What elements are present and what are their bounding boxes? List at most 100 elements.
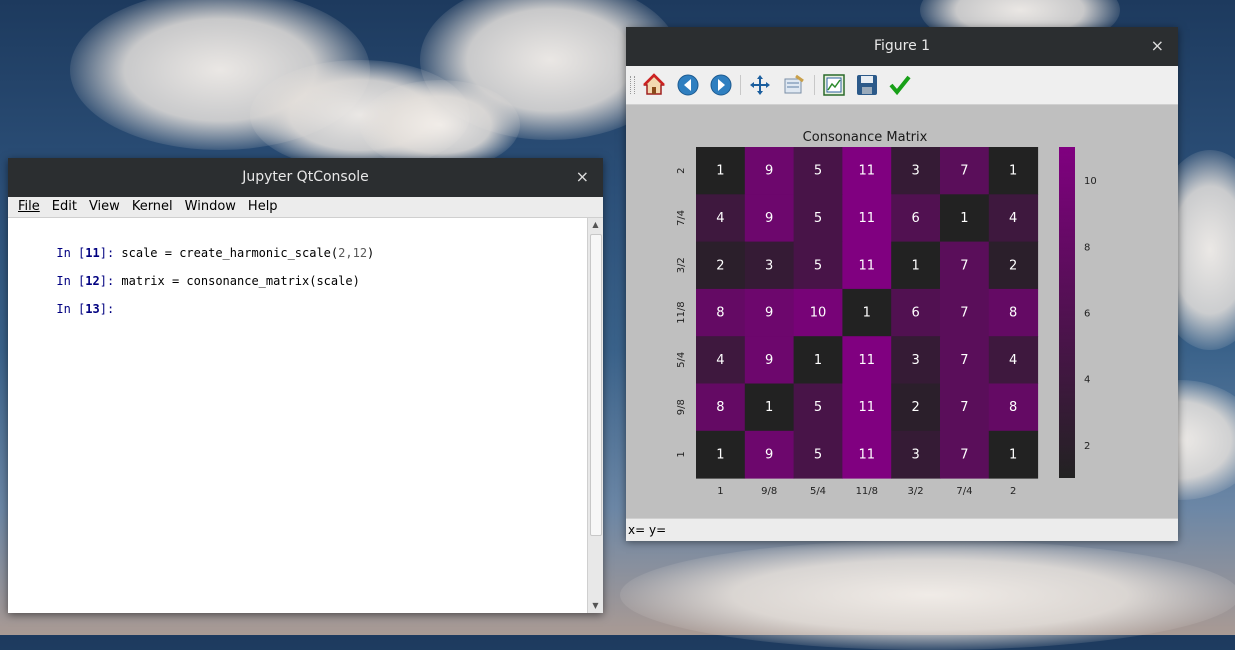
cell-label: 1 (814, 353, 822, 368)
window-title: Jupyter QtConsole (242, 169, 369, 185)
cell-label: 4 (716, 353, 724, 368)
figure-window: Figure 1 × Consonance Matrix 1 9 5 11 3 … (626, 27, 1178, 541)
cell-label: 5 (814, 400, 822, 415)
menu-file[interactable]: File (12, 197, 46, 217)
apply-icon[interactable] (888, 73, 912, 97)
cell-label: 1 (716, 447, 724, 462)
cell-label: 8 (1009, 306, 1017, 321)
menu-window[interactable]: Window (179, 197, 242, 217)
colorbar (1059, 147, 1075, 478)
colorbar-tick-label: 4 (1084, 375, 1090, 386)
cell-label: 9 (765, 447, 773, 462)
cell-label: 11 (859, 400, 876, 415)
menu-label: Help (247, 199, 278, 214)
menu-help[interactable]: Help (242, 197, 284, 217)
status-bar: x= y= (626, 518, 1178, 541)
y-tick-label: 9/8 (676, 399, 687, 415)
scroll-thumb[interactable] (590, 234, 602, 536)
code-text: matrix = consonance_matrix(scale) (114, 274, 360, 288)
cell-label: 11 (859, 164, 876, 179)
toolbar-grip[interactable] (630, 76, 635, 94)
cell-label: 7 (960, 447, 968, 462)
menu-edit[interactable]: Edit (46, 197, 83, 217)
x-tick-label: 9/8 (761, 486, 777, 497)
y-tick-label: 5/4 (676, 352, 687, 368)
cell-label: 3 (765, 258, 773, 273)
cell-label: 8 (716, 306, 724, 321)
forward-icon[interactable] (709, 73, 733, 97)
cell-label: 7 (960, 353, 968, 368)
console-line[interactable]: In [13]: (13, 288, 114, 330)
cell-label: 6 (911, 211, 919, 226)
cell-label: 10 (810, 306, 827, 321)
input-prompt: In [12]: (56, 274, 115, 288)
input-prompt: In [11]: (56, 246, 115, 260)
cell-label: 5 (814, 164, 822, 179)
cell-label: 11 (859, 447, 876, 462)
toolbar-separator (814, 75, 815, 95)
y-tick-label: 2 (676, 167, 687, 173)
input-prompt: In [13]: (56, 302, 115, 316)
cell-label: 1 (716, 164, 724, 179)
figure-titlebar[interactable]: Figure 1 × (626, 27, 1178, 66)
menu-label: Kernel (131, 199, 173, 214)
x-tick-label: 2 (1010, 486, 1016, 497)
toolbar-separator (740, 75, 741, 95)
cell-label: 3 (911, 447, 919, 462)
x-tick-label: 1 (717, 486, 723, 497)
cell-label: 2 (911, 400, 919, 415)
save-icon[interactable] (855, 73, 879, 97)
cell-label: 5 (814, 211, 822, 226)
cell-label: 1 (765, 400, 773, 415)
scroll-down-icon[interactable]: ▼ (588, 599, 603, 613)
scroll-up-icon[interactable]: ▲ (588, 218, 603, 232)
colorbar-tick-label: 8 (1084, 242, 1090, 253)
cell-label: 1 (1009, 164, 1017, 179)
home-icon[interactable] (642, 73, 666, 97)
y-tick-label: 11/8 (676, 301, 687, 323)
x-tick-label: 7/4 (956, 486, 972, 497)
pan-icon[interactable] (748, 73, 772, 97)
back-icon[interactable] (676, 73, 700, 97)
cell-label: 4 (1009, 353, 1017, 368)
close-icon[interactable]: × (1151, 36, 1164, 55)
cell-label: 3 (911, 164, 919, 179)
cell-label: 9 (765, 211, 773, 226)
cell-label: 7 (960, 306, 968, 321)
menu-kernel[interactable]: Kernel (126, 197, 179, 217)
cell-label: 1 (960, 211, 968, 226)
cursor-coordinates: x= y= (628, 523, 667, 537)
menu-label: View (88, 199, 120, 214)
chart-title: Consonance Matrix (803, 130, 928, 145)
plot-canvas[interactable]: Consonance Matrix 1 9 5 11 3 7 1 4 9 5 11 6 1 4 2 3 5 11 1… (626, 105, 1178, 518)
cell-label: 9 (765, 306, 773, 321)
jupyter-titlebar[interactable]: Jupyter QtConsole × (8, 158, 603, 197)
console-area[interactable]: In [11]: scale = create_harmonic_scale(2… (8, 218, 588, 613)
cell-label: 3 (911, 353, 919, 368)
y-tick-label: 1 (676, 451, 687, 457)
cell-label: 5 (814, 258, 822, 273)
colorbar-tick-label: 10 (1084, 176, 1097, 187)
close-icon[interactable]: × (576, 167, 589, 186)
menu-label: File (18, 199, 40, 214)
cell-label: 2 (1009, 258, 1017, 273)
menu-label: Window (184, 199, 236, 214)
x-tick-label: 5/4 (810, 486, 826, 497)
subplots-icon[interactable] (822, 73, 846, 97)
cell-label: 7 (960, 400, 968, 415)
configure-icon[interactable] (782, 73, 806, 97)
cell-label: 1 (911, 258, 919, 273)
cell-label: 7 (960, 258, 968, 273)
cell-label: 2 (716, 258, 724, 273)
code-text: scale = create_harmonic_scale( (114, 246, 339, 260)
cell-label: 6 (911, 306, 919, 321)
code-text: ) (367, 246, 375, 260)
y-tick-label: 7/4 (676, 210, 687, 226)
cell-label: 8 (1009, 400, 1017, 415)
cell-label: 9 (765, 353, 773, 368)
cell-label: 11 (859, 211, 876, 226)
cell-label: 1 (863, 306, 871, 321)
vertical-scrollbar[interactable]: ▲ ▼ (587, 218, 603, 613)
cell-label: 8 (716, 400, 724, 415)
menu-view[interactable]: View (83, 197, 126, 217)
